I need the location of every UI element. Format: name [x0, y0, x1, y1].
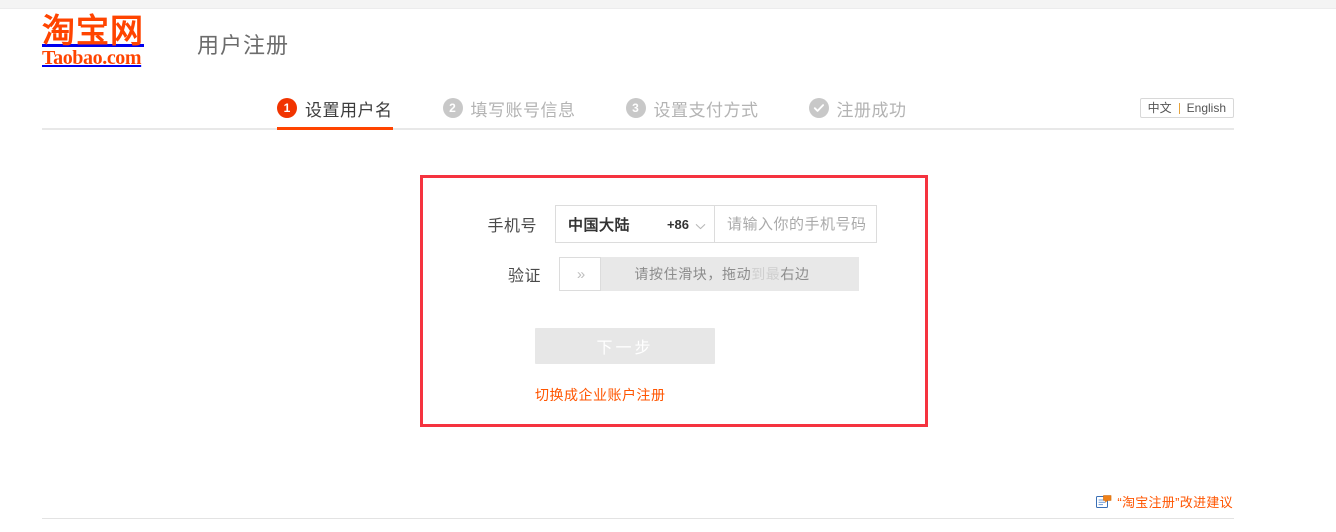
registration-step-bar: 1 设置用户名 2 填写账号信息 3 设置支付方式 注册成功 中文 Englis…	[42, 88, 1234, 130]
country-name-value: 中国大陆	[568, 216, 631, 234]
feedback-note-icon	[1096, 494, 1112, 509]
step-item-payment-method[interactable]: 3 设置支付方式	[625, 88, 759, 128]
phone-number-row: 手机号 中国大陆 +86	[475, 205, 877, 243]
phone-field-label: 手机号	[487, 218, 537, 235]
verify-field-label: 验证	[507, 268, 541, 285]
slider-hint-main: 请按住滑块，拖动	[634, 266, 752, 282]
step-number-badge-2: 2	[442, 98, 463, 118]
step-list: 1 设置用户名 2 填写账号信息 3 设置支付方式 注册成功	[277, 88, 907, 130]
feedback-link[interactable]: “淘宝注册”改进建议	[1117, 492, 1233, 511]
country-code-select[interactable]: 中国大陆 +86	[555, 205, 715, 243]
switch-to-enterprise-link[interactable]: 切换成企业账户注册	[535, 385, 666, 405]
slider-captcha[interactable]: » 请按住滑块，拖动到最右边	[559, 257, 859, 291]
slider-captcha-handle[interactable]: »	[559, 257, 601, 291]
taobao-logo[interactable]: 淘宝网 Taobao.com	[42, 14, 182, 72]
slider-hint-faded: 到最	[751, 266, 781, 282]
logo-chinese-text: 淘宝网	[42, 11, 144, 50]
step-label-4: 注册成功	[836, 100, 907, 120]
phone-number-input[interactable]	[715, 205, 877, 243]
chevron-down-icon	[695, 219, 706, 230]
step-label-1: 设置用户名	[305, 100, 393, 120]
feedback-link-wrapper[interactable]: “淘宝注册”改进建议	[1096, 492, 1233, 511]
top-strip	[0, 0, 1336, 9]
slider-hint-tail: 右边	[780, 266, 810, 282]
step-item-set-username[interactable]: 1 设置用户名	[277, 88, 393, 130]
captcha-row: 验证 » 请按住滑块，拖动到最右边	[479, 257, 859, 291]
registration-form: 手机号 中国大陆 +86 验证 » 请按住滑块，拖动到最右边 下一步 切换成企业…	[420, 175, 928, 427]
footer-divider	[42, 518, 1234, 519]
page-title: 用户注册	[197, 33, 290, 58]
step-item-success[interactable]: 注册成功	[808, 88, 907, 128]
step-number-badge-3: 3	[625, 98, 646, 118]
step-label-3: 设置支付方式	[653, 100, 759, 120]
language-switcher[interactable]: 中文 English	[1139, 98, 1234, 118]
double-chevron-right-icon: »	[576, 265, 585, 283]
page-header: 淘宝网 Taobao.com 用户注册	[42, 14, 1242, 76]
lang-button-chinese[interactable]: 中文	[1141, 99, 1179, 117]
step-item-account-info[interactable]: 2 填写账号信息	[442, 88, 576, 128]
country-dial-code: +86	[666, 216, 689, 232]
slider-captcha-hint: 请按住滑块，拖动到最右边	[601, 264, 859, 284]
next-step-button[interactable]: 下一步	[535, 328, 715, 364]
step-label-2: 填写账号信息	[470, 100, 576, 120]
lang-button-english[interactable]: English	[1180, 99, 1233, 117]
step-number-badge-1: 1	[277, 98, 297, 118]
check-circle-icon	[808, 98, 829, 118]
logo-english-text: Taobao.com	[42, 47, 142, 69]
